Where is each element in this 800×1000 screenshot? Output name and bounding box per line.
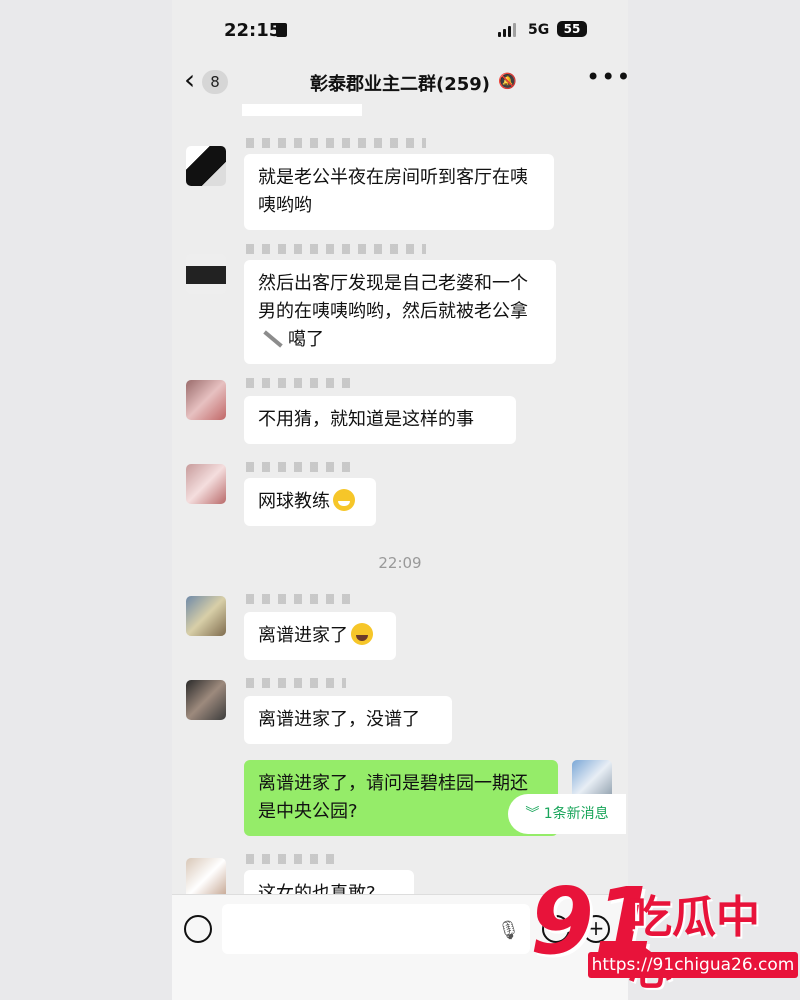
watermark-url: https://91chigua26.com: [588, 952, 798, 978]
message-text: 然后出客厅发现是自己老婆和一个男的在咦咦哟哟，然后就被老公拿: [258, 273, 528, 322]
left-blurred-background: [0, 0, 172, 1000]
blurred-top-bubble: [242, 104, 362, 116]
message-text: 离谱进家了: [258, 625, 348, 646]
avatar[interactable]: [186, 858, 226, 894]
sender-name-blurred: [246, 138, 426, 148]
site-watermark: 91 吃瓜中心 https://91chigua26.com: [530, 872, 800, 998]
knife-emoji-icon: [263, 330, 283, 348]
watermark-site-name: 吃瓜中心: [628, 892, 760, 995]
avatar[interactable]: [186, 464, 226, 504]
message-bubble[interactable]: 离谱进家了: [244, 612, 396, 660]
message-timestamp: 22:09: [378, 554, 422, 572]
voice-input-icon[interactable]: [184, 915, 212, 943]
sender-name-blurred: [246, 378, 356, 388]
sender-name-blurred: [246, 854, 336, 864]
message-bubble[interactable]: 不用猜，就知道是这样的事: [244, 396, 516, 444]
chat-title: 彰泰郡业主二群(259): [309, 74, 491, 95]
avatar[interactable]: [186, 596, 226, 636]
microphone-icon[interactable]: 🎙: [497, 920, 520, 941]
status-bar: 22:15 5G 55: [172, 0, 628, 60]
new-messages-label: 1条新消息: [543, 806, 609, 822]
message-bubble[interactable]: 然后出客厅发现是自己老婆和一个男的在咦咦哟哟，然后就被老公拿噶了: [244, 260, 556, 364]
battery-indicator: 55: [557, 21, 587, 37]
message-bubble[interactable]: 这女的也真敢?: [244, 870, 414, 894]
sim-card-icon: [276, 23, 287, 37]
sender-name-blurred: [246, 678, 346, 688]
laughing-emoji-icon: [351, 623, 373, 645]
chat-header: ‹ 8 彰泰郡业主二群(259) 🔕 •••: [172, 60, 628, 104]
message-input[interactable]: 🎙: [222, 904, 530, 954]
network-type: 5G: [528, 22, 550, 38]
mute-bell-icon: 🔕: [498, 72, 517, 90]
sender-name-blurred: [246, 462, 356, 472]
message-bubble[interactable]: 离谱进家了，没谱了: [244, 696, 452, 744]
right-blurred-background: [628, 0, 800, 1000]
message-list[interactable]: 就是老公半夜在房间听到客厅在咦咦哟哟 然后出客厅发现是自己老婆和一个男的在咦咦哟…: [172, 104, 628, 894]
phone-screen: 22:15 5G 55 ‹ 8 彰泰郡业主二群(259) 🔕 ••• 就是老公半…: [172, 0, 628, 1000]
sender-name-blurred: [246, 244, 426, 254]
grinning-emoji-icon: [333, 489, 355, 511]
avatar[interactable]: [186, 680, 226, 720]
more-options-icon[interactable]: •••: [586, 63, 628, 91]
message-bubble[interactable]: 网球教练: [244, 478, 376, 526]
avatar[interactable]: [186, 254, 226, 294]
message-text-tail: 噶了: [288, 329, 324, 350]
status-time: 22:15: [224, 20, 282, 41]
message-bubble[interactable]: 就是老公半夜在房间听到客厅在咦咦哟哟: [244, 154, 554, 230]
message-text: 网球教练: [258, 491, 330, 512]
double-chevron-down-icon: ︾: [525, 806, 540, 822]
new-messages-pill[interactable]: ︾ 1条新消息: [508, 794, 626, 834]
sender-name-blurred: [246, 594, 356, 604]
avatar[interactable]: [186, 146, 226, 186]
avatar[interactable]: [186, 380, 226, 420]
